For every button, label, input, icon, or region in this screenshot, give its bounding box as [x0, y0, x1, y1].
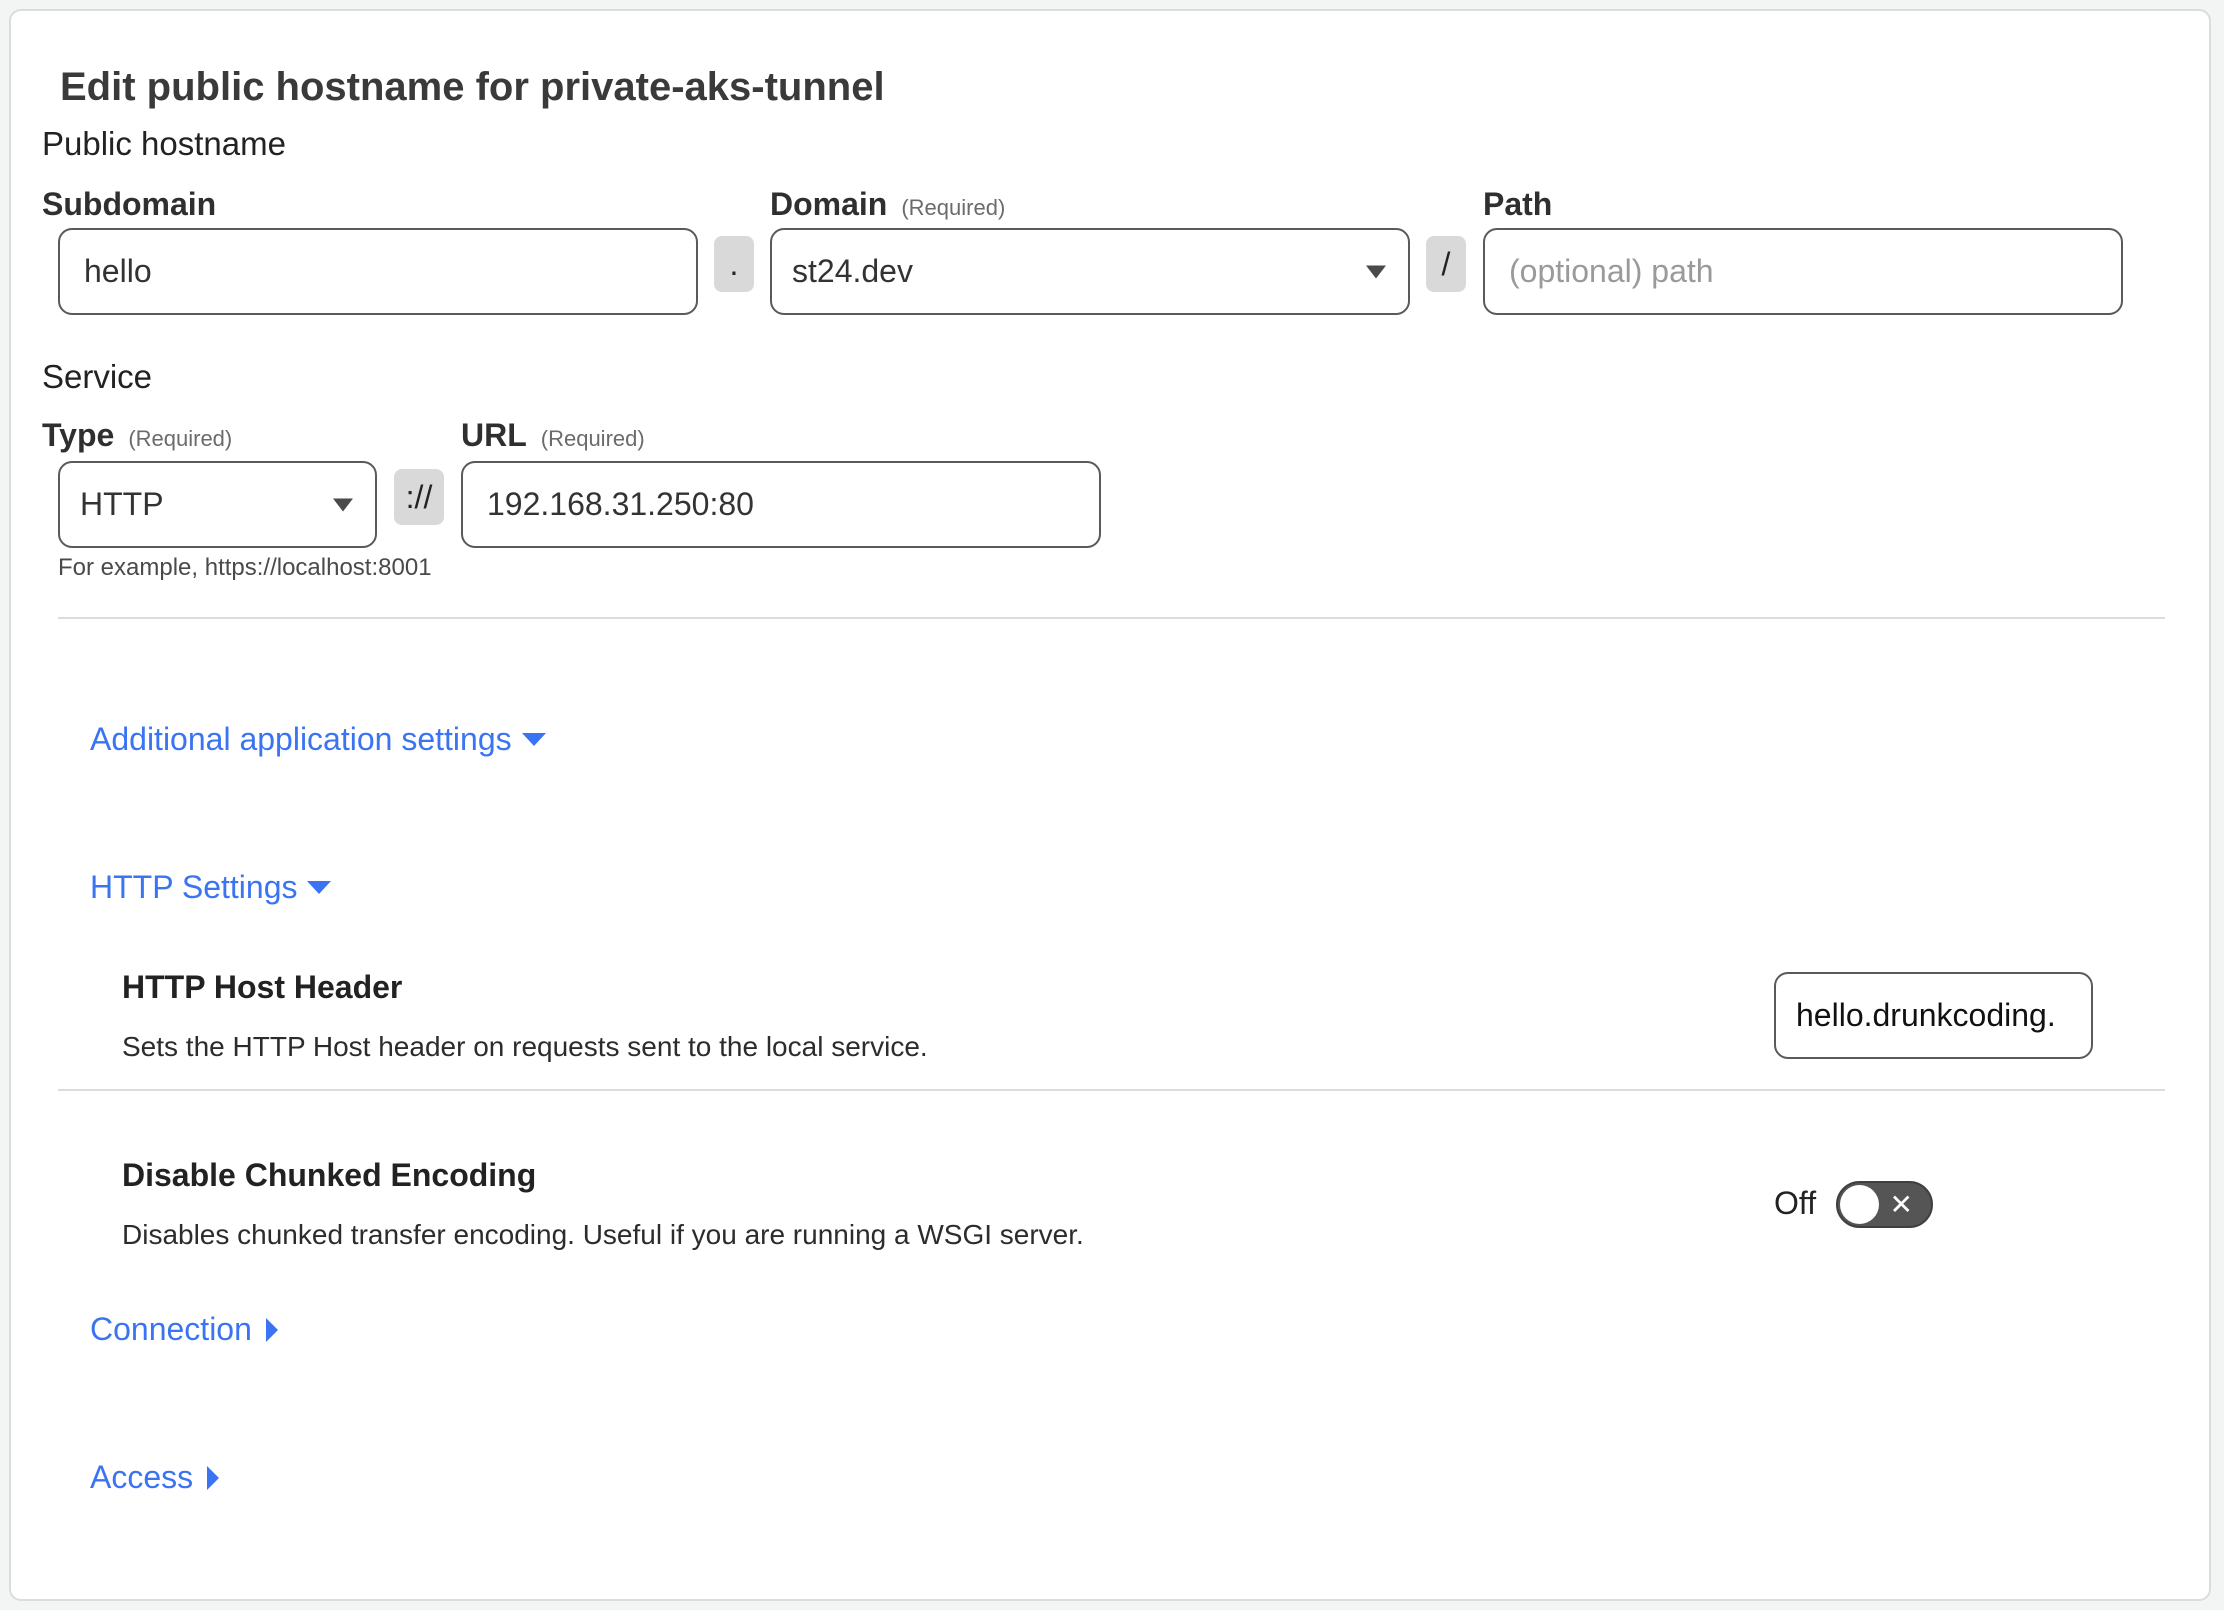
chevron-down-icon: [333, 498, 353, 511]
slash-separator-text: /: [1441, 245, 1451, 282]
http-host-header-value: hello.drunkcoding.: [1796, 997, 2056, 1033]
connection-label: Connection: [90, 1311, 252, 1347]
dot-separator-text: .: [729, 245, 739, 282]
additional-application-settings-toggle[interactable]: Additional application settings: [90, 721, 546, 758]
caret-right-icon: [207, 1465, 220, 1490]
path-input[interactable]: (optional) path: [1483, 228, 2123, 315]
url-label-text: URL: [461, 417, 527, 453]
connection-toggle[interactable]: Connection: [90, 1311, 278, 1348]
url-input[interactable]: 192.168.31.250:80: [461, 461, 1101, 548]
path-input-placeholder: (optional) path: [1509, 253, 1714, 289]
caret-right-icon: [265, 1317, 278, 1342]
public-hostname-section-label: Public hostname: [42, 125, 286, 162]
disable-chunked-encoding-title: Disable Chunked Encoding: [122, 1157, 537, 1193]
chevron-down-icon: [1366, 265, 1386, 278]
service-section-label: Service: [42, 358, 153, 395]
path-label: Path: [1483, 186, 1552, 223]
caret-down-icon: [307, 881, 332, 894]
domain-label-text: Domain: [770, 186, 888, 222]
disable-chunked-encoding-description: Disables chunked transfer encoding. Usef…: [122, 1219, 1084, 1250]
url-helper-text: For example, https://localhost:8001: [58, 554, 432, 581]
type-label: Type (Required): [42, 417, 232, 454]
http-settings-toggle[interactable]: HTTP Settings: [90, 869, 332, 906]
dot-separator-chip: .: [714, 236, 754, 292]
scheme-separator-text: ://: [405, 478, 433, 515]
disable-chunked-state-label: Off: [1774, 1185, 1817, 1221]
edit-hostname-card: Edit public hostname for private-aks-tun…: [9, 9, 2211, 1601]
http-host-header-input[interactable]: hello.drunkcoding.: [1774, 972, 2093, 1059]
type-select[interactable]: HTTP: [58, 461, 377, 548]
subdomain-label: Subdomain: [42, 186, 216, 223]
domain-required-note: (Required): [901, 195, 1006, 220]
section-divider: [58, 617, 2165, 619]
page-title: Edit public hostname for private-aks-tun…: [60, 65, 885, 109]
subdomain-input[interactable]: hello: [58, 228, 698, 315]
url-label: URL (Required): [461, 417, 645, 454]
caret-down-icon: [521, 733, 546, 746]
path-label-text: Path: [1483, 186, 1553, 222]
type-required-note: (Required): [128, 426, 233, 451]
domain-label: Domain (Required): [770, 186, 1005, 223]
access-toggle[interactable]: Access: [90, 1459, 220, 1496]
domain-select[interactable]: st24.dev: [770, 228, 1410, 315]
slash-separator-chip: /: [1426, 236, 1466, 292]
http-host-header-title: HTTP Host Header: [122, 969, 403, 1005]
scheme-separator-chip: ://: [394, 469, 444, 525]
settings-divider: [58, 1089, 2165, 1091]
url-required-note: (Required): [540, 426, 645, 451]
subdomain-input-value: hello: [84, 253, 152, 289]
access-label: Access: [90, 1459, 194, 1495]
url-input-value: 192.168.31.250:80: [487, 486, 754, 522]
type-select-value: HTTP: [80, 486, 164, 522]
http-settings-label: HTTP Settings: [90, 869, 298, 905]
domain-select-value: st24.dev: [792, 253, 913, 289]
subdomain-label-text: Subdomain: [42, 186, 217, 222]
disable-chunked-encoding-toggle[interactable]: ✕: [1836, 1181, 1933, 1228]
http-host-header-description: Sets the HTTP Host header on requests se…: [122, 1031, 928, 1062]
additional-application-settings-label: Additional application settings: [90, 721, 512, 757]
type-label-text: Type: [42, 417, 115, 453]
toggle-knob: [1840, 1185, 1879, 1224]
close-icon: ✕: [1889, 1188, 1913, 1220]
